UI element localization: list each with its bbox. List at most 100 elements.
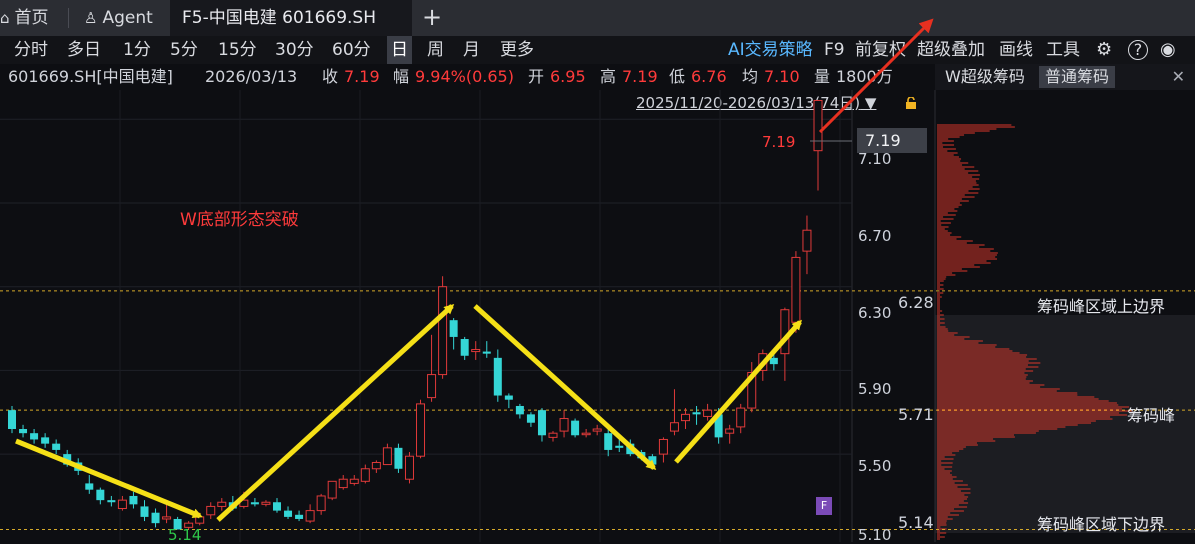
candle <box>338 475 348 490</box>
candle <box>217 498 227 511</box>
candle-body <box>692 412 701 415</box>
candle <box>548 431 558 442</box>
candle <box>52 439 61 455</box>
candle-body <box>515 405 524 415</box>
lower-bound-label: 筹码峰区域下边界 <box>1037 515 1166 534</box>
candle <box>96 487 105 505</box>
candle <box>460 336 469 360</box>
candle-body <box>195 516 205 524</box>
y-tick-510: 5.10 <box>858 526 892 544</box>
candle <box>482 341 491 358</box>
tab-super-chip[interactable]: W超级筹码 <box>939 66 1031 88</box>
low-marker: 5.14 <box>168 526 202 544</box>
candle-body <box>96 489 105 501</box>
candle <box>559 410 569 438</box>
candle <box>129 491 138 509</box>
candle <box>19 424 28 438</box>
candle-body <box>305 510 315 522</box>
candle-body <box>217 501 227 507</box>
candle <box>449 318 458 350</box>
candle-body <box>107 500 116 503</box>
candles-group <box>8 99 823 530</box>
candle <box>107 495 116 507</box>
lower-bound-price: 5.14 <box>898 513 934 532</box>
candle <box>515 403 524 419</box>
y-tick-670: 6.70 <box>858 227 892 245</box>
candle-body <box>681 413 691 422</box>
candle <box>261 500 271 507</box>
candle-body <box>371 461 381 470</box>
candle-body <box>261 501 271 505</box>
candle <box>725 424 735 444</box>
candle-body <box>284 510 293 517</box>
candle <box>41 433 50 448</box>
candle <box>295 510 304 522</box>
candle-body <box>8 410 16 429</box>
y-tick-550: 5.50 <box>858 457 892 475</box>
candle-body <box>559 418 569 432</box>
candle-body <box>360 468 370 482</box>
candle-body <box>592 428 602 432</box>
candle <box>250 498 259 507</box>
candle <box>802 215 812 275</box>
candle-body <box>802 229 812 252</box>
candle-body <box>382 447 392 466</box>
candle <box>349 475 359 486</box>
candle <box>382 443 392 466</box>
candle <box>371 460 381 473</box>
candle <box>703 403 713 421</box>
candle <box>791 251 801 333</box>
candle <box>30 429 39 444</box>
candle-body <box>780 309 790 355</box>
candle-body <box>404 455 414 480</box>
candle-body <box>725 428 735 434</box>
candle-body <box>703 409 713 417</box>
arrow-up-2 <box>674 319 802 464</box>
candle <box>427 334 437 402</box>
candle <box>416 399 426 459</box>
candle <box>526 412 535 427</box>
f-badge[interactable]: F <box>816 497 832 515</box>
candle-body <box>85 483 94 490</box>
candle-body <box>427 374 437 399</box>
candle-body <box>615 445 624 448</box>
candle <box>85 475 94 494</box>
peak-price: 5.71 <box>898 405 934 424</box>
candle <box>360 464 370 484</box>
candle-body <box>548 432 558 438</box>
candle <box>658 437 668 463</box>
candle <box>504 393 513 409</box>
candle-body <box>438 286 448 376</box>
candle <box>581 429 591 438</box>
candle-body <box>316 495 326 512</box>
y-tick-710: 7.10 <box>858 150 892 168</box>
chart-grid <box>0 90 852 542</box>
candle-body <box>117 499 127 510</box>
tab-normal-chip[interactable]: 普通筹码 <box>1039 66 1116 88</box>
candle <box>493 349 502 402</box>
breakout-arrow <box>818 18 934 134</box>
candle-body <box>658 438 668 455</box>
candle <box>272 498 281 513</box>
close-icon[interactable]: ✕ <box>1172 67 1185 86</box>
candle-body <box>272 502 281 511</box>
candle-body <box>537 410 546 436</box>
candle-body <box>791 256 801 323</box>
candle-body <box>394 447 403 469</box>
upper-bound-price: 6.28 <box>898 293 934 312</box>
candle-body <box>471 348 481 353</box>
arrow-down-1 <box>15 438 203 519</box>
candle-body <box>41 437 50 444</box>
candle-body <box>571 420 580 436</box>
candle-body <box>736 407 746 428</box>
candle <box>140 500 149 522</box>
candle-body <box>482 351 491 354</box>
candle-body <box>162 516 172 520</box>
candle-body <box>295 514 304 519</box>
candle-body <box>813 99 823 152</box>
candle-body <box>250 502 259 505</box>
candle-body <box>151 512 160 524</box>
candle-body <box>581 432 591 436</box>
candle <box>571 418 580 438</box>
candle-body <box>52 443 61 450</box>
